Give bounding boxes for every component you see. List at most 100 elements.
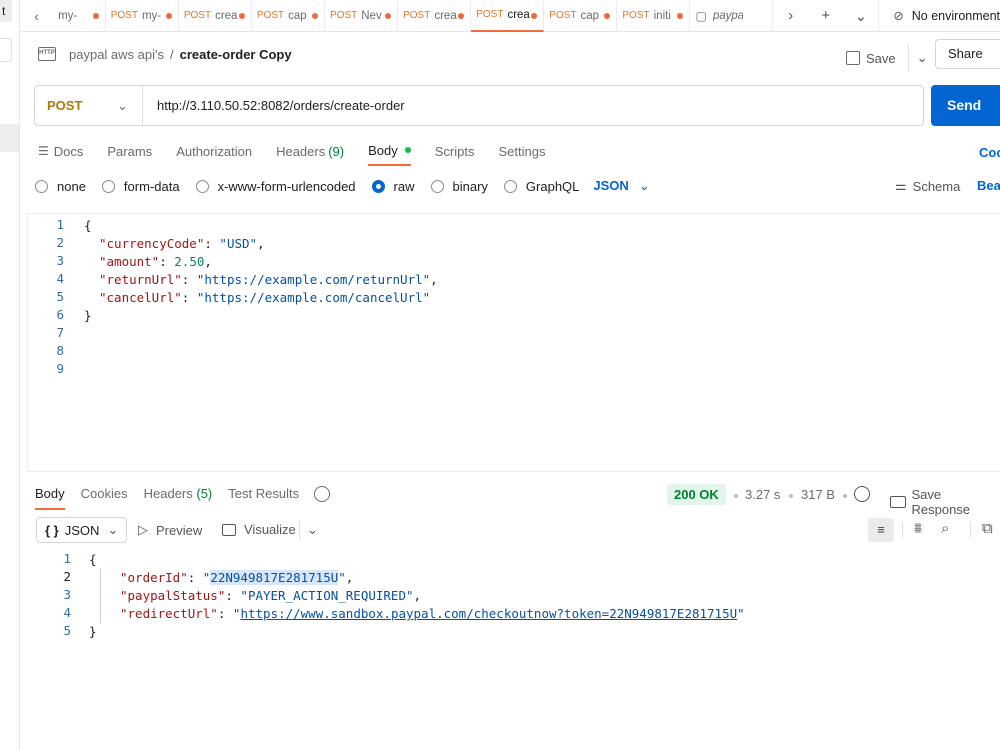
request-tab[interactable]: POST crea <box>179 0 252 32</box>
body-type-selector: none form-data x-www-form-urlencoded raw… <box>35 178 650 194</box>
sidebar-tab-fragment[interactable]: t <box>0 0 12 22</box>
environment-selector[interactable]: ⊘ No environment <box>878 0 1000 32</box>
sidebar-selected-item[interactable] <box>0 124 19 152</box>
tab-headers[interactable]: Headers (9) <box>276 140 344 162</box>
body-format-label: JSON <box>593 178 629 193</box>
response-tab-body[interactable]: Body <box>35 486 65 510</box>
chevron-down-icon[interactable]: ⌄ <box>907 44 928 72</box>
share-button[interactable]: Share <box>935 39 1000 69</box>
response-format-dropdown[interactable]: { } JSON ⌄ <box>36 517 128 543</box>
request-tab-active[interactable]: POST crea <box>471 0 545 32</box>
request-tab-bar: ‹ my- POST my- POST crea POST cap POST N… <box>20 0 1000 32</box>
chevron-left-icon[interactable]: ‹ <box>20 8 53 24</box>
body-type-raw[interactable]: raw <box>371 179 415 194</box>
environment-label: No environment <box>911 8 1000 23</box>
url-bar: POST ⌄ http://3.110.50.52:8082/orders/cr… <box>34 85 924 126</box>
tab-docs[interactable]: ☰ Docs <box>38 140 83 162</box>
search-icon[interactable]: ⌕ <box>941 520 949 537</box>
radio-label: none <box>57 178 86 194</box>
tab-settings[interactable]: Settings <box>498 140 545 162</box>
json-string: "PAYER_ACTION_REQUIRED" <box>240 588 414 603</box>
response-tab-test-results[interactable]: Test Results <box>228 486 299 510</box>
unsaved-dot-icon <box>531 12 538 19</box>
code-line: "currencyCode": "USD", <box>99 236 265 251</box>
schema-button[interactable]: ⚌ Schema <box>895 178 960 194</box>
preview-button[interactable]: ▷ Preview <box>138 522 202 538</box>
tab-authorization[interactable]: Authorization <box>176 140 252 162</box>
collection-link[interactable]: paypal aws api's <box>69 47 164 62</box>
cookies-link[interactable]: Coo <box>979 145 1000 160</box>
headers-count: (5) <box>196 486 213 501</box>
request-tab[interactable]: my- <box>53 0 106 32</box>
tab-name: my- <box>58 9 78 22</box>
request-title[interactable]: create-order Copy <box>180 47 292 62</box>
response-time[interactable]: 3.27 s <box>745 487 780 502</box>
save-response-button[interactable]: Save Response <box>890 487 1000 517</box>
line-number: 3 <box>56 253 64 268</box>
save-button[interactable]: Save ⌄ <box>846 44 928 72</box>
chevron-right-icon[interactable]: › <box>773 7 808 24</box>
chevron-down-icon[interactable]: ⌄ <box>299 520 318 540</box>
chevron-down-icon: ⌄ <box>638 178 650 193</box>
tab-method: POST <box>330 10 358 21</box>
play-icon: ▷ <box>138 522 148 537</box>
chevron-down-icon[interactable]: ⌄ <box>843 7 878 25</box>
tab-params[interactable]: Params <box>107 140 152 162</box>
redirect-url-link[interactable]: https://www.sandbox.paypal.com/checkoutn… <box>240 606 737 621</box>
document-icon: ▢ <box>695 8 707 23</box>
tab-scripts[interactable]: Scripts <box>435 140 475 162</box>
beautify-link[interactable]: Bea <box>977 178 1000 193</box>
history-icon[interactable] <box>314 486 330 502</box>
headers-count: (9) <box>328 143 345 159</box>
request-tab[interactable]: POST my- <box>106 0 179 32</box>
line-number: 4 <box>56 271 64 286</box>
breadcrumb-separator: / <box>169 46 174 62</box>
tab-label: Headers <box>143 486 193 501</box>
unsaved-dot-icon <box>604 12 611 19</box>
visualize-button[interactable]: Visualize <box>222 522 296 537</box>
json-key: "amount" <box>99 254 160 269</box>
sidebar-search-fragment[interactable] <box>0 38 12 62</box>
line-number: 5 <box>63 623 71 638</box>
body-type-none[interactable]: none <box>35 179 86 194</box>
request-tab[interactable]: POST cap <box>544 0 618 32</box>
chevron-down-icon: ⌄ <box>107 522 119 537</box>
request-tab[interactable]: POST crea <box>398 0 472 32</box>
json-string: "https://example.com/returnUrl" <box>196 272 431 287</box>
request-tab[interactable]: POST initi <box>617 0 691 32</box>
body-type-form-data[interactable]: form-data <box>101 179 180 194</box>
request-tab[interactable]: ▢ paypa <box>690 0 774 32</box>
code-line: } <box>89 623 97 641</box>
url-input[interactable]: http://3.110.50.52:8082/orders/create-or… <box>143 98 405 113</box>
radio-icon <box>430 179 444 193</box>
globe-icon[interactable] <box>854 486 870 502</box>
request-body-editor[interactable]: 1 2 3 4 5 6 7 8 9 { "currencyCode": "USD… <box>27 213 1000 472</box>
request-tab[interactable]: POST cap <box>252 0 326 32</box>
line-number: 9 <box>56 361 64 376</box>
wrap-lines-icon[interactable]: ≡ <box>868 518 894 542</box>
separator-dot <box>789 494 793 498</box>
filter-icon[interactable]: ⩩ <box>914 520 922 537</box>
code-line[interactable]: "orderId": "22N949817E281715U", <box>120 569 353 587</box>
image-icon <box>222 523 236 536</box>
body-type-urlencoded[interactable]: x-www-form-urlencoded <box>195 179 356 194</box>
request-tab[interactable]: POST Nev <box>325 0 399 32</box>
response-tab-headers[interactable]: Headers (5) <box>144 486 213 510</box>
tab-body[interactable]: Body <box>368 140 411 166</box>
response-tab-cookies[interactable]: Cookies <box>81 486 128 510</box>
indent-guide <box>100 569 101 623</box>
plus-icon[interactable]: + <box>808 7 843 24</box>
body-type-graphql[interactable]: GraphQL <box>503 179 579 194</box>
body-type-binary[interactable]: binary <box>430 179 488 194</box>
json-brace: } <box>84 308 92 323</box>
status-badge[interactable]: 200 OK <box>667 484 726 505</box>
tab-label: Settings <box>498 143 546 159</box>
body-active-dot-icon <box>404 147 411 153</box>
json-number: 2.50 <box>174 254 205 269</box>
json-string: "https://example.com/cancelUrl" <box>196 290 431 305</box>
body-format-dropdown[interactable]: JSON ⌄ <box>593 178 649 194</box>
method-selector[interactable]: POST ⌄ <box>35 86 143 125</box>
response-size[interactable]: 317 B <box>801 487 835 502</box>
send-button[interactable]: Send <box>931 85 1000 126</box>
copy-icon[interactable]: ⧉ <box>982 520 993 537</box>
